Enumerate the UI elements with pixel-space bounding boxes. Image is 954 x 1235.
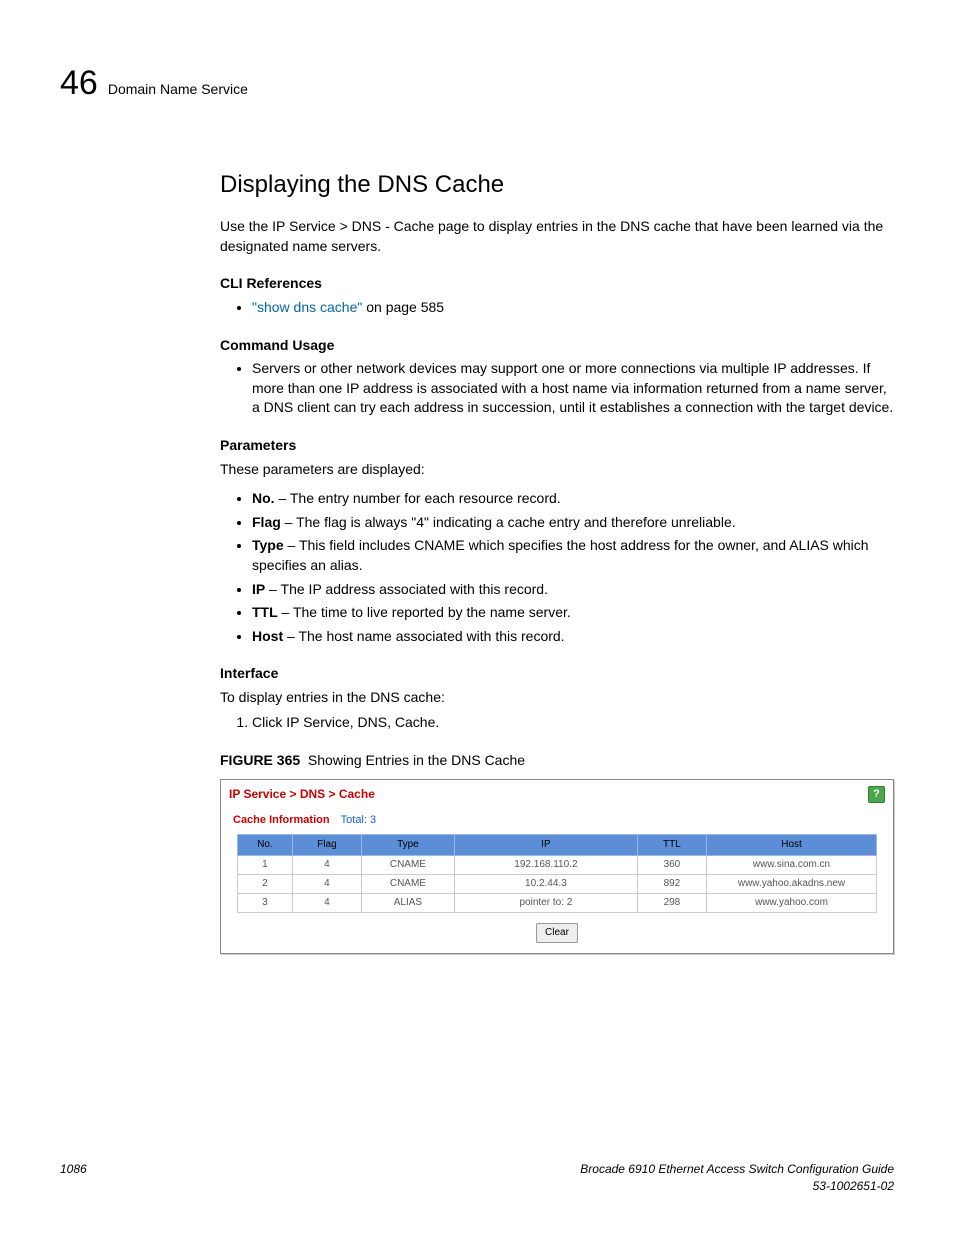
footer-right: Brocade 6910 Ethernet Access Switch Conf… <box>580 1161 894 1195</box>
cli-references-heading: CLI References <box>220 274 894 294</box>
cli-references-list: "show dns cache" on page 585 <box>220 298 894 318</box>
cache-info-label: Cache Information <box>233 814 330 826</box>
figure-label: FIGURE 365 <box>220 752 300 768</box>
cache-info-total: Total: 3 <box>341 814 376 826</box>
figure-caption-text: Showing Entries in the DNS Cache <box>308 752 525 768</box>
book-title: Brocade 6910 Ethernet Access Switch Conf… <box>580 1161 894 1178</box>
clear-button[interactable]: Clear <box>536 923 578 943</box>
table-header-row: No. Flag Type IP TTL Host <box>237 835 876 856</box>
page-header: 46 Domain Name Service <box>60 60 894 108</box>
th-flag: Flag <box>292 835 361 856</box>
param-flag: Flag – The flag is always "4" indicating… <box>252 513 894 533</box>
parameters-heading: Parameters <box>220 436 894 456</box>
table-row: 2 4 CNAME 10.2.44.3 892 www.yahoo.akadns… <box>237 875 876 894</box>
interface-steps: Click IP Service, DNS, Cache. <box>220 713 894 733</box>
chapter-title: Domain Name Service <box>108 80 248 100</box>
cli-reference-item: "show dns cache" on page 585 <box>252 298 894 318</box>
intro-paragraph: Use the IP Service > DNS - Cache page to… <box>220 217 894 256</box>
breadcrumb-row: IP Service > DNS > Cache ? <box>227 784 887 809</box>
th-host: Host <box>706 835 876 856</box>
figure-caption: FIGURE 365 Showing Entries in the DNS Ca… <box>220 751 894 771</box>
cli-reference-suffix: on page 585 <box>362 299 444 315</box>
dns-cache-screenshot: IP Service > DNS > Cache ? Cache Informa… <box>220 779 894 954</box>
interface-heading: Interface <box>220 664 894 684</box>
param-ttl: TTL – The time to live reported by the n… <box>252 603 894 623</box>
cache-information: Cache Information Total: 3 <box>227 809 887 834</box>
table-row: 1 4 CNAME 192.168.110.2 360 www.sina.com… <box>237 856 876 875</box>
parameters-intro: These parameters are displayed: <box>220 460 894 480</box>
th-ip: IP <box>454 835 637 856</box>
th-ttl: TTL <box>637 835 706 856</box>
param-ip: IP – The IP address associated with this… <box>252 580 894 600</box>
button-row: Clear <box>227 913 887 943</box>
section-title: Displaying the DNS Cache <box>220 168 894 202</box>
table-row: 3 4 ALIAS pointer to: 2 298 www.yahoo.co… <box>237 894 876 913</box>
chapter-number: 46 <box>60 60 98 108</box>
parameters-list: No. – The entry number for each resource… <box>220 489 894 646</box>
page-footer: 1086 Brocade 6910 Ethernet Access Switch… <box>60 1161 894 1195</box>
page-number: 1086 <box>60 1161 87 1195</box>
doc-number: 53-1002651-02 <box>580 1178 894 1195</box>
help-icon[interactable]: ? <box>868 786 885 803</box>
show-dns-cache-link[interactable]: "show dns cache" <box>252 299 362 315</box>
interface-intro: To display entries in the DNS cache: <box>220 688 894 708</box>
param-type: Type – This field includes CNAME which s… <box>252 536 894 575</box>
breadcrumb: IP Service > DNS > Cache <box>229 786 375 803</box>
dns-cache-table: No. Flag Type IP TTL Host 1 4 CNAME 192.… <box>237 834 877 913</box>
th-no: No. <box>237 835 292 856</box>
command-usage-item: Servers or other network devices may sup… <box>252 359 894 418</box>
param-host: Host – The host name associated with thi… <box>252 627 894 647</box>
main-content: Displaying the DNS Cache Use the IP Serv… <box>220 168 894 954</box>
command-usage-list: Servers or other network devices may sup… <box>220 359 894 418</box>
interface-step-1: Click IP Service, DNS, Cache. <box>252 713 894 733</box>
command-usage-heading: Command Usage <box>220 336 894 356</box>
param-no: No. – The entry number for each resource… <box>252 489 894 509</box>
th-type: Type <box>361 835 454 856</box>
